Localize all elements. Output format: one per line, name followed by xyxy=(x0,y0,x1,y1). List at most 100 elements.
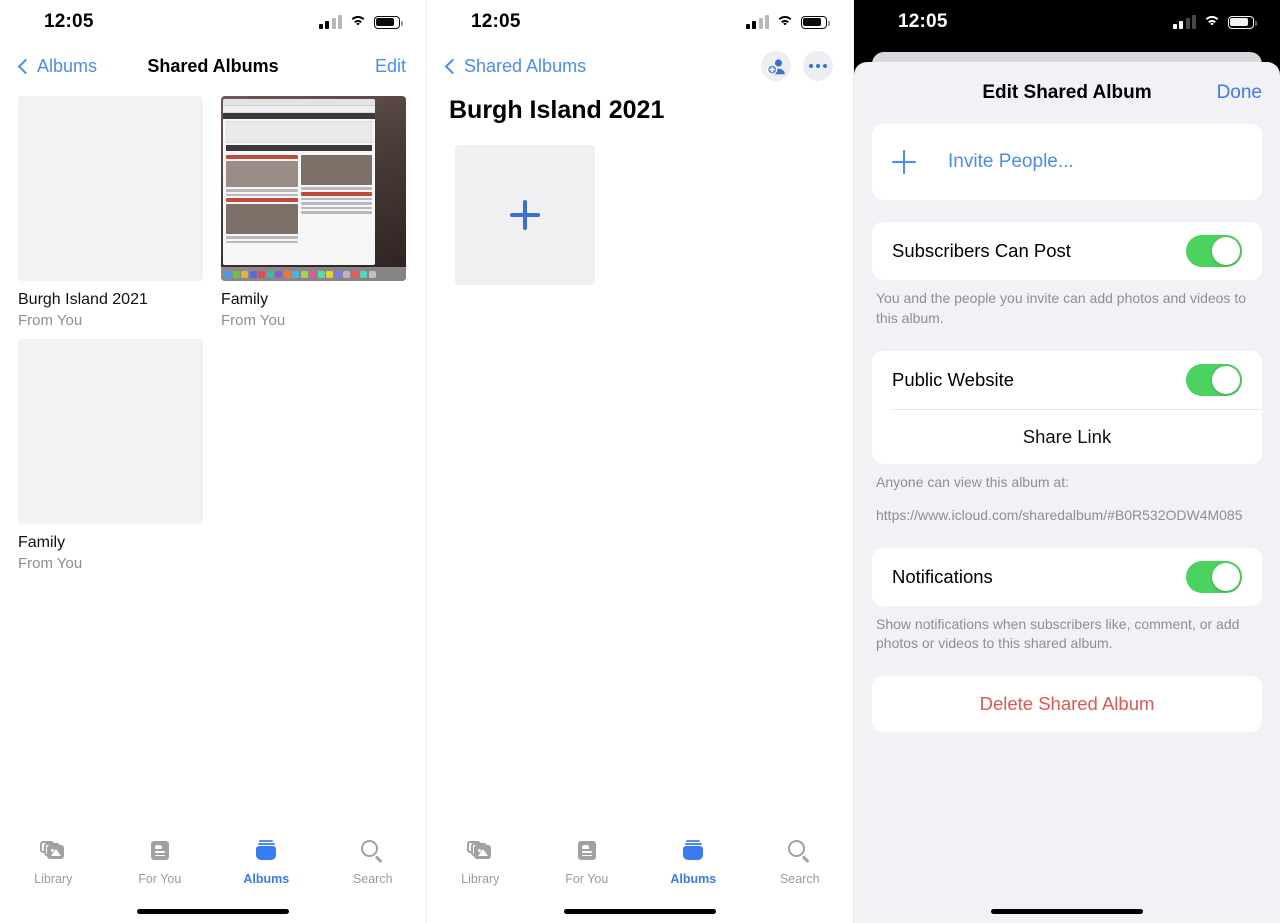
tab-label: Search xyxy=(352,872,393,886)
album-thumbnail[interactable] xyxy=(18,96,203,281)
plus-icon xyxy=(892,150,916,174)
album-thumbnail[interactable] xyxy=(18,339,203,524)
tab-label: For You xyxy=(138,872,182,886)
screenshot-thumbnail-image xyxy=(221,96,406,281)
album-subtitle: From You xyxy=(18,312,83,329)
navigation-bar: Shared Albums xyxy=(427,44,853,88)
plus-icon xyxy=(510,200,540,230)
delete-shared-album-label: Delete Shared Album xyxy=(979,693,1155,715)
home-indicator[interactable] xyxy=(564,909,716,914)
nav-action-buttons xyxy=(761,51,833,81)
public-website-url: https://www.icloud.com/sharedalbum/#B0R5… xyxy=(876,506,1243,523)
status-bar: 12:05 xyxy=(427,0,853,44)
subscribers-can-post-toggle[interactable] xyxy=(1186,235,1242,267)
album-subtitle: From You xyxy=(221,312,286,329)
public-website-footnote: Anyone can view this album at: xyxy=(876,473,1069,490)
photo-library-icon xyxy=(39,839,67,865)
share-link-row[interactable]: Share Link xyxy=(872,410,1262,464)
back-button-label: Albums xyxy=(37,55,98,76)
home-indicator[interactable] xyxy=(137,909,289,914)
status-time: 12:05 xyxy=(898,11,948,32)
home-indicator[interactable] xyxy=(991,909,1143,914)
share-link-label: Share Link xyxy=(1022,425,1112,447)
album-name: Family xyxy=(18,534,66,551)
add-person-icon xyxy=(766,58,785,75)
public-website-toggle[interactable] xyxy=(1186,363,1242,396)
notifications-row[interactable]: Notifications xyxy=(872,548,1262,606)
tab-label: Albums xyxy=(670,872,717,886)
screen-album-detail: 12:05 Shared Albums Burgh Island 2021 Li… xyxy=(427,0,854,923)
public-website-row[interactable]: Public Website xyxy=(872,351,1262,409)
album-thumbnail[interactable] xyxy=(221,96,406,281)
back-button-albums[interactable]: Albums xyxy=(17,55,98,77)
invite-people-row[interactable]: Invite People... xyxy=(872,124,1262,200)
status-time: 12:05 xyxy=(471,11,521,32)
album-name: Burgh Island 2021 xyxy=(18,291,148,308)
cellular-bars-icon xyxy=(1172,14,1196,29)
album-subtitle: From You xyxy=(18,555,83,572)
back-button-label: Shared Albums xyxy=(464,55,587,76)
sheet-header: Edit Shared Album Done xyxy=(854,62,1280,124)
tab-search[interactable]: Search xyxy=(747,839,854,886)
add-photos-tile[interactable] xyxy=(455,145,595,285)
status-indicators xyxy=(745,14,830,29)
tab-library[interactable]: Library xyxy=(0,839,107,886)
status-indicators xyxy=(318,14,403,29)
edit-shared-album-sheet: Edit Shared Album Done Invite People... … xyxy=(854,62,1280,923)
tab-library[interactable]: Library xyxy=(427,839,534,886)
notifications-label: Notifications xyxy=(892,565,993,587)
done-button[interactable]: Done xyxy=(1217,82,1262,104)
status-indicators xyxy=(1172,14,1257,29)
delete-shared-album-row[interactable]: Delete Shared Album xyxy=(872,676,1262,732)
navigation-bar: Albums Shared Albums Edit xyxy=(0,44,426,88)
photo-library-icon xyxy=(466,839,494,865)
add-person-button[interactable] xyxy=(761,51,791,81)
notifications-footnote: Show notifications when subscribers like… xyxy=(876,615,1240,652)
battery-icon xyxy=(374,15,403,29)
edit-button[interactable]: Edit xyxy=(375,56,406,77)
for-you-card-icon xyxy=(573,839,601,865)
album-card[interactable]: Burgh Island 2021 From You xyxy=(18,96,203,329)
tab-for-you[interactable]: For You xyxy=(534,839,641,886)
tab-label: Search xyxy=(779,872,820,886)
for-you-card-icon xyxy=(146,839,174,865)
album-large-title: Burgh Island 2021 xyxy=(449,96,665,124)
subscribers-footnote: You and the people you invite can add ph… xyxy=(876,290,1246,326)
notifications-card: Notifications xyxy=(872,547,1262,606)
chevron-left-icon xyxy=(17,58,34,74)
battery-icon xyxy=(801,15,830,29)
chevron-left-icon xyxy=(444,58,461,74)
subscribers-can-post-row[interactable]: Subscribers Can Post xyxy=(872,222,1262,280)
tab-label: Library xyxy=(34,872,73,886)
albums-grid: Burgh Island 2021 From You Family From Y… xyxy=(0,88,426,572)
subscribers-can-post-label: Subscribers Can Post xyxy=(892,240,1071,261)
album-card[interactable]: Family From You xyxy=(221,96,406,329)
ellipsis-icon xyxy=(809,64,827,68)
tab-for-you[interactable]: For You xyxy=(107,839,214,886)
wifi-icon xyxy=(1203,15,1221,29)
wifi-icon xyxy=(776,15,794,29)
three-phone-screens: 12:05 Albums Shared Albums Edit Burgh Is… xyxy=(0,0,1280,923)
invite-card: Invite People... xyxy=(872,124,1262,200)
more-options-button[interactable] xyxy=(803,51,833,81)
notifications-toggle[interactable] xyxy=(1186,560,1242,593)
back-button-shared-albums[interactable]: Shared Albums xyxy=(444,55,587,77)
status-bar: 12:05 xyxy=(0,0,426,44)
cellular-bars-icon xyxy=(318,14,342,29)
status-time: 12:05 xyxy=(44,11,94,32)
subscribers-card: Subscribers Can Post xyxy=(872,222,1262,280)
album-name: Family xyxy=(221,291,269,308)
tab-search[interactable]: Search xyxy=(320,839,427,886)
wifi-icon xyxy=(349,15,367,29)
tab-albums[interactable]: Albums xyxy=(640,839,747,886)
tab-albums[interactable]: Albums xyxy=(213,839,320,886)
album-card[interactable]: Family From You xyxy=(18,339,203,572)
public-website-label: Public Website xyxy=(892,368,1015,390)
tab-label: Library xyxy=(461,872,500,886)
invite-people-label: Invite People... xyxy=(948,151,1074,172)
magnifier-icon xyxy=(786,839,814,865)
albums-stack-icon xyxy=(679,839,707,865)
